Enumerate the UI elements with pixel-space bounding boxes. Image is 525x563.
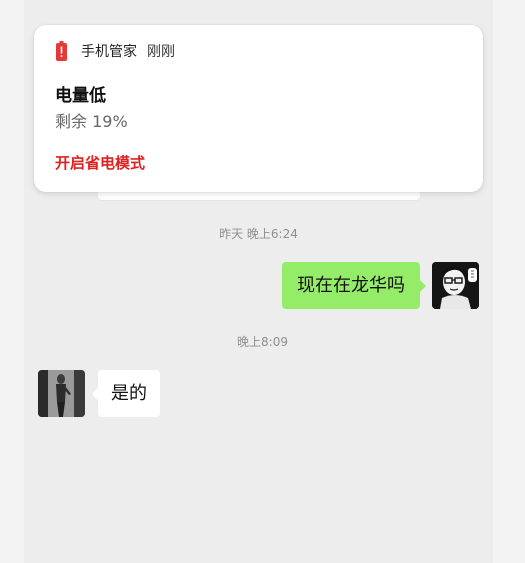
notification-app-name: 手机管家 — [81, 44, 137, 60]
message-bubble-outgoing[interactable]: 现在在龙华吗 — [282, 262, 426, 309]
person-photo-icon — [38, 370, 85, 417]
notification-header: 手机管家 刚刚 — [56, 41, 175, 61]
chat-timestamp: 昨天 晚上6:24 — [219, 227, 298, 241]
right-margin — [493, 0, 525, 563]
notification-banner[interactable]: 手机管家 刚刚 电量低 剩余 19% 开启省电模式 — [34, 25, 483, 192]
message-bubble-incoming[interactable]: 是的 — [92, 370, 160, 417]
left-margin — [0, 0, 24, 563]
battery-low-icon — [56, 41, 67, 61]
comic-face-icon — [432, 262, 479, 309]
avatar[interactable] — [432, 262, 479, 309]
enable-power-saving-button[interactable]: 开启省电模式 — [55, 152, 145, 173]
avatar[interactable] — [38, 370, 85, 417]
notification-title: 电量低 — [55, 86, 106, 106]
chat-timestamp: 晚上8:09 — [237, 335, 288, 349]
notification-body: 剩余 19% — [55, 112, 128, 131]
notification-time: 刚刚 — [147, 44, 175, 60]
